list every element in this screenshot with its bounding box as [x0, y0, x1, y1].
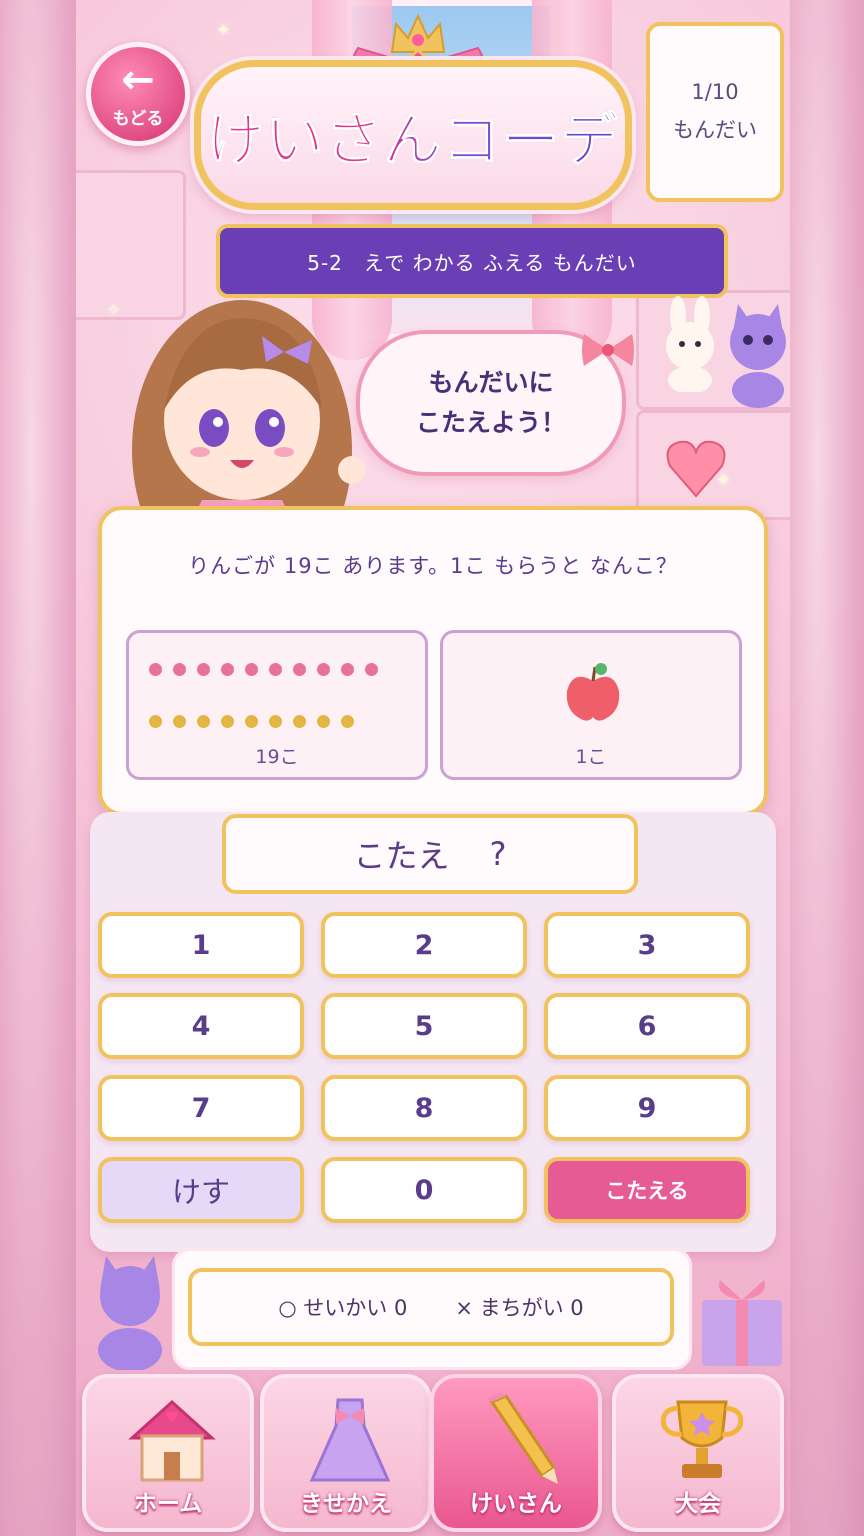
app-screen: ✦ ✧ ✦ ✧ ✦ ← もどる けいさんコーデ 1/10 もんだい 5-2 えで… — [76, 0, 790, 1536]
progress-fraction: 1/10 — [691, 80, 739, 104]
pink-dot — [269, 663, 282, 676]
background-shelf — [76, 170, 186, 320]
app-title: けいさんコーデ — [206, 93, 619, 177]
nav-contest-button[interactable]: 大会 — [612, 1374, 784, 1532]
cat-plush-icon — [730, 304, 786, 408]
gold-dots-row — [149, 715, 354, 728]
nav-dressup-button[interactable]: きせかえ — [260, 1374, 432, 1532]
score-display: ○ せいかい 0 × まちがい 0 — [188, 1268, 674, 1346]
back-button[interactable]: ← もどる — [86, 42, 190, 146]
key-9-button[interactable]: 9 — [544, 1075, 750, 1141]
count-panel-right: 1こ — [440, 630, 742, 780]
apple-icon — [566, 663, 620, 721]
nav-calc-button[interactable]: けいさん — [430, 1374, 602, 1532]
gold-dot — [149, 715, 162, 728]
lesson-banner: 5-2 えで わかる ふえる もんだい — [216, 224, 728, 298]
pink-dot — [149, 663, 162, 676]
key-8-button[interactable]: 8 — [321, 1075, 527, 1141]
nav-home-button[interactable]: ホーム — [82, 1374, 254, 1532]
background-blur-right — [786, 0, 864, 1536]
pink-dot — [341, 663, 354, 676]
pink-dot — [365, 663, 378, 676]
gold-dot — [245, 715, 258, 728]
gold-dot — [341, 715, 354, 728]
submit-answer-button[interactable]: こたえる — [544, 1157, 750, 1223]
pink-dot — [173, 663, 186, 676]
pink-dot — [293, 663, 306, 676]
background-blur-left — [0, 0, 78, 1536]
nav-contest-label: 大会 — [675, 1491, 721, 1517]
speech-line-2: こたえよう！ — [415, 408, 566, 437]
question-card: りんごが 19こ あります。1こ もらうと なんこ？ 19こ 1こ — [98, 506, 768, 816]
gold-dot — [221, 715, 234, 728]
key-6-button[interactable]: 6 — [544, 993, 750, 1059]
nav-dressup-label: きせかえ — [300, 1491, 392, 1517]
gold-dot — [173, 715, 186, 728]
pink-dot — [245, 663, 258, 676]
nav-home-label: ホーム — [133, 1491, 203, 1517]
pink-dot — [197, 663, 210, 676]
key-7-button[interactable]: 7 — [98, 1075, 304, 1141]
gold-dot — [269, 715, 282, 728]
progress-indicator: 1/10 もんだい — [646, 22, 784, 202]
house-icon — [128, 1399, 216, 1482]
dress-icon — [309, 1398, 391, 1482]
cat-plush-icon — [98, 1256, 162, 1370]
key-5-button[interactable]: 5 — [321, 993, 527, 1059]
gift-box-icon — [702, 1280, 782, 1366]
heart-jar-icon — [666, 440, 726, 498]
gold-dot — [293, 715, 306, 728]
count-panel-left: 19こ — [126, 630, 428, 780]
left-panel-label: 19こ — [255, 746, 299, 768]
pink-dot — [317, 663, 330, 676]
gold-dot — [317, 715, 330, 728]
progress-unit: もんだい — [673, 118, 757, 142]
lesson-title: 5-2 えで わかる ふえる もんだい — [307, 250, 637, 275]
answer-display: こたえ ? — [222, 814, 638, 894]
sparkle-icon: ✧ — [106, 300, 122, 321]
clear-button[interactable]: けす — [98, 1157, 304, 1223]
ribbon-bow-icon — [582, 334, 634, 366]
back-label: もどる — [112, 108, 164, 129]
correct-count: ○ せいかい 0 — [278, 1296, 408, 1320]
question-text: りんごが 19こ あります。1こ もらうと なんこ？ — [188, 554, 678, 578]
key-2-button[interactable]: 2 — [321, 912, 527, 978]
key-1-button[interactable]: 1 — [98, 912, 304, 978]
answer-label: こたえ — [353, 837, 450, 875]
app-logo: けいさんコーデ — [194, 60, 632, 210]
gold-dot — [197, 715, 210, 728]
key-0-button[interactable]: 0 — [321, 1157, 527, 1223]
pink-dots-row — [149, 663, 378, 676]
wrong-count: × まちがい 0 — [455, 1296, 584, 1320]
nav-calc-label: けいさん — [470, 1491, 562, 1517]
answer-value: ? — [489, 835, 507, 873]
sparkle-icon: ✦ — [216, 20, 232, 41]
key-4-button[interactable]: 4 — [98, 993, 304, 1059]
bunny-plush-icon — [666, 296, 714, 392]
speech-line-1: もんだいに — [428, 368, 554, 397]
pink-dot — [221, 663, 234, 676]
right-panel-label: 1こ — [575, 746, 607, 768]
trophy-icon — [660, 1400, 744, 1478]
pencil-icon — [488, 1392, 558, 1484]
key-3-button[interactable]: 3 — [544, 912, 750, 978]
arrow-left-icon: ← — [121, 56, 155, 103]
